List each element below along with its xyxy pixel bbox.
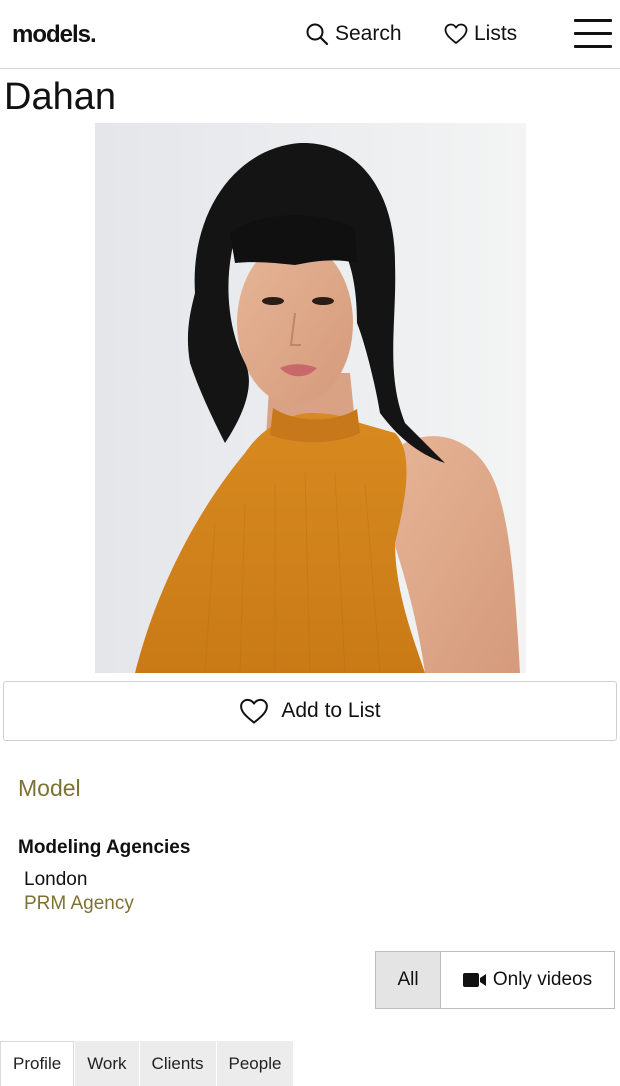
tab-work[interactable]: Work bbox=[74, 1041, 139, 1086]
media-filter: All Only videos bbox=[375, 951, 615, 1009]
agency-city: London bbox=[24, 869, 88, 890]
agency-link[interactable]: PRM Agency bbox=[24, 892, 134, 916]
heart-icon bbox=[444, 23, 468, 44]
filter-only-videos-button[interactable]: Only videos bbox=[441, 952, 614, 1008]
profile-tabs: Profile Work Clients People bbox=[0, 1041, 294, 1086]
filter-videos-label: Only videos bbox=[492, 969, 593, 990]
modeling-agencies-heading: Modeling Agencies bbox=[18, 837, 191, 858]
filter-all-label: All bbox=[397, 969, 419, 990]
lists-button[interactable]: Lists bbox=[444, 20, 517, 48]
search-label: Search bbox=[335, 22, 402, 45]
add-to-list-button[interactable]: Add to List bbox=[3, 681, 617, 741]
tab-clients[interactable]: Clients bbox=[138, 1041, 216, 1086]
filter-all-button[interactable]: All bbox=[376, 952, 441, 1008]
site-logo[interactable]: models. bbox=[12, 21, 97, 49]
heart-icon bbox=[240, 698, 269, 724]
top-navigation-bar: models. Search Lists bbox=[0, 0, 620, 69]
search-icon bbox=[306, 23, 329, 46]
lists-label: Lists bbox=[474, 22, 518, 45]
model-role[interactable]: Model bbox=[18, 774, 81, 802]
tab-profile[interactable]: Profile bbox=[0, 1041, 75, 1086]
model-photo bbox=[95, 123, 526, 673]
search-button[interactable]: Search bbox=[305, 20, 402, 48]
add-to-list-label: Add to List bbox=[281, 699, 381, 722]
hamburger-menu-icon[interactable] bbox=[574, 19, 612, 49]
tab-people[interactable]: People bbox=[215, 1041, 294, 1086]
video-camera-icon bbox=[462, 973, 486, 987]
model-name: Dahan bbox=[4, 76, 116, 118]
